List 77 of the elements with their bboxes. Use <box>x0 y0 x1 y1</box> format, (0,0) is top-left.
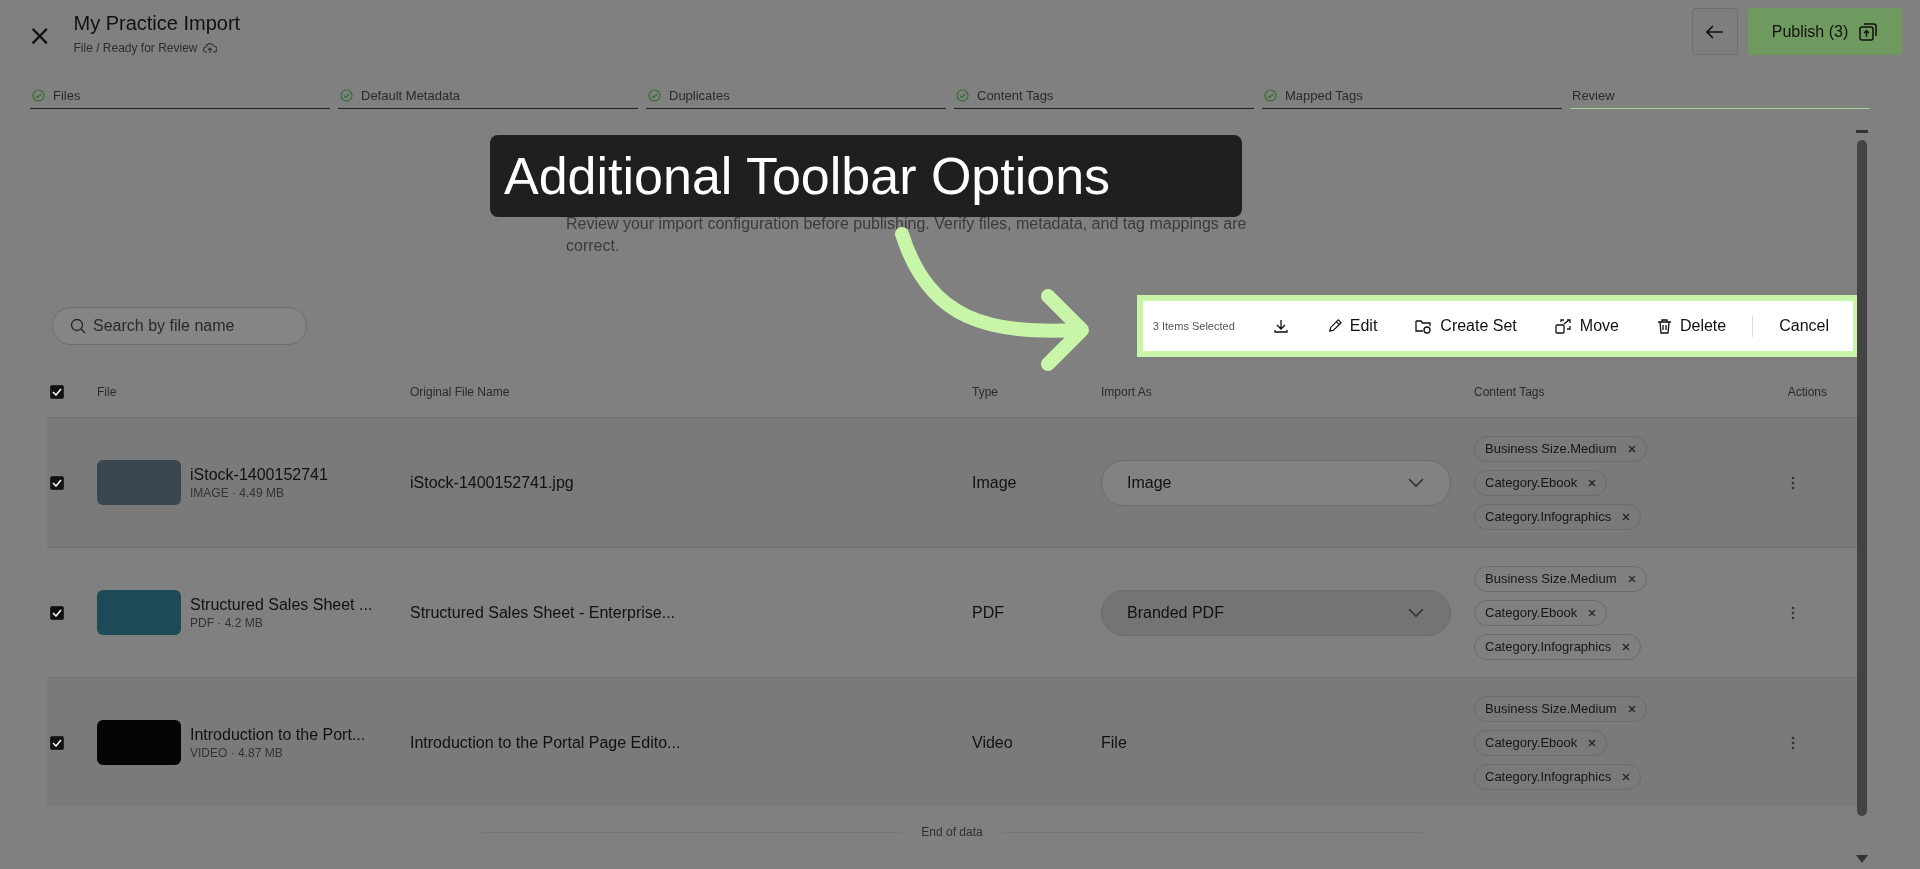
file-meta: PDF · 4.2 MB <box>190 615 264 630</box>
import-as-dropdown[interactable]: Branded PDF <box>1101 589 1451 636</box>
more-options-icon[interactable] <box>1791 735 1795 750</box>
toolbar-button[interactable]: Move <box>1542 313 1631 339</box>
column-header: Import As <box>1101 385 1152 399</box>
file-name: iStock-1400152741 <box>190 465 328 484</box>
file-meta: IMAGE · 4.49 MB <box>190 485 286 500</box>
end-of-data-text: End of data <box>921 825 983 839</box>
column-header: Original File Name <box>410 385 510 399</box>
step-tab[interactable]: Files <box>30 88 330 109</box>
toolbar-button[interactable]: Edit <box>1314 313 1390 339</box>
left-arrow-icon <box>1706 24 1724 39</box>
cloud-upload-icon <box>202 42 217 54</box>
check-circle-icon <box>340 89 353 102</box>
pencil-icon <box>1326 318 1342 334</box>
export-icon <box>1858 21 1879 42</box>
folder-icon <box>1415 318 1433 334</box>
publish-button[interactable]: Publish (3) <box>1748 8 1902 55</box>
column-header: Type <box>972 385 998 399</box>
import-title: My Practice Import <box>73 12 241 35</box>
search-field[interactable]: Search by file name <box>52 307 307 345</box>
chevron-down-icon <box>1408 607 1424 618</box>
close-button[interactable]: × <box>28 22 52 50</box>
chevron-down-icon <box>1408 477 1424 488</box>
column-header: Actions <box>1787 385 1827 399</box>
file-type: Image <box>972 473 1017 492</box>
breadcrumb: File / Ready for Review <box>73 41 198 55</box>
selection-count: 3 Items Selected <box>1152 320 1235 332</box>
download-icon <box>1272 318 1289 334</box>
import-as-dropdown[interactable]: Image <box>1101 459 1451 506</box>
description-text: Review your import configuration before publishing. Verify files, metadata, and tag mappings are correct. <box>566 214 1248 256</box>
trash-icon <box>1656 318 1672 334</box>
check-circle-icon <box>648 89 661 102</box>
remove-icon[interactable] <box>1627 574 1636 583</box>
callout-label: Additional Toolbar Options <box>490 135 1242 217</box>
import-as-text: File <box>1101 733 1127 752</box>
scroll-down-icon[interactable] <box>1856 855 1868 863</box>
original-file-name: Structured Sales Sheet - Enterprise... <box>410 603 675 622</box>
row-checkbox[interactable] <box>50 475 64 490</box>
scroll-up-icon[interactable] <box>1856 130 1868 134</box>
toolbar-button[interactable]: Delete <box>1644 313 1739 339</box>
check-circle-icon <box>1264 89 1277 102</box>
select-all-checkbox[interactable] <box>50 385 64 399</box>
remove-icon[interactable] <box>1622 642 1631 651</box>
check-circle-icon <box>956 89 969 102</box>
more-options-icon[interactable] <box>1791 475 1795 490</box>
cancel-button[interactable]: Cancel <box>1767 313 1841 339</box>
remove-icon[interactable] <box>1627 704 1636 713</box>
check-circle-icon <box>32 89 45 102</box>
original-file-name: iStock-1400152741.jpg <box>410 473 574 492</box>
remove-icon[interactable] <box>1588 738 1597 747</box>
step-tab[interactable]: Default Metadata <box>338 88 638 109</box>
file-type: Video <box>972 733 1013 752</box>
move-icon <box>1554 318 1572 334</box>
step-tab[interactable]: Mapped Tags <box>1262 88 1562 109</box>
file-name: Introduction to the Port... <box>190 725 366 744</box>
file-type: PDF <box>972 603 1004 622</box>
remove-icon[interactable] <box>1622 512 1631 521</box>
step-tab[interactable]: Duplicates <box>646 88 946 109</box>
toolbar-button[interactable]: Create Set <box>1403 313 1529 339</box>
back-button[interactable] <box>1692 8 1738 55</box>
more-options-icon[interactable] <box>1791 605 1795 620</box>
remove-icon[interactable] <box>1627 444 1636 453</box>
column-header: File <box>97 385 117 399</box>
row-checkbox[interactable] <box>50 605 64 620</box>
remove-icon[interactable] <box>1622 772 1631 781</box>
search-icon <box>70 318 86 334</box>
step-tab[interactable]: Content Tags <box>954 88 1254 109</box>
scrollbar[interactable] <box>1857 140 1867 816</box>
row-checkbox[interactable] <box>50 735 64 750</box>
remove-icon[interactable] <box>1588 608 1597 617</box>
original-file-name: Introduction to the Portal Page Edito... <box>410 733 681 752</box>
remove-icon[interactable] <box>1588 478 1597 487</box>
step-tab[interactable]: Review <box>1570 88 1870 109</box>
file-name: Structured Sales Sheet ... <box>190 595 373 614</box>
column-header: Content Tags <box>1474 385 1545 399</box>
file-meta: VIDEO · 4.87 MB <box>190 745 284 760</box>
